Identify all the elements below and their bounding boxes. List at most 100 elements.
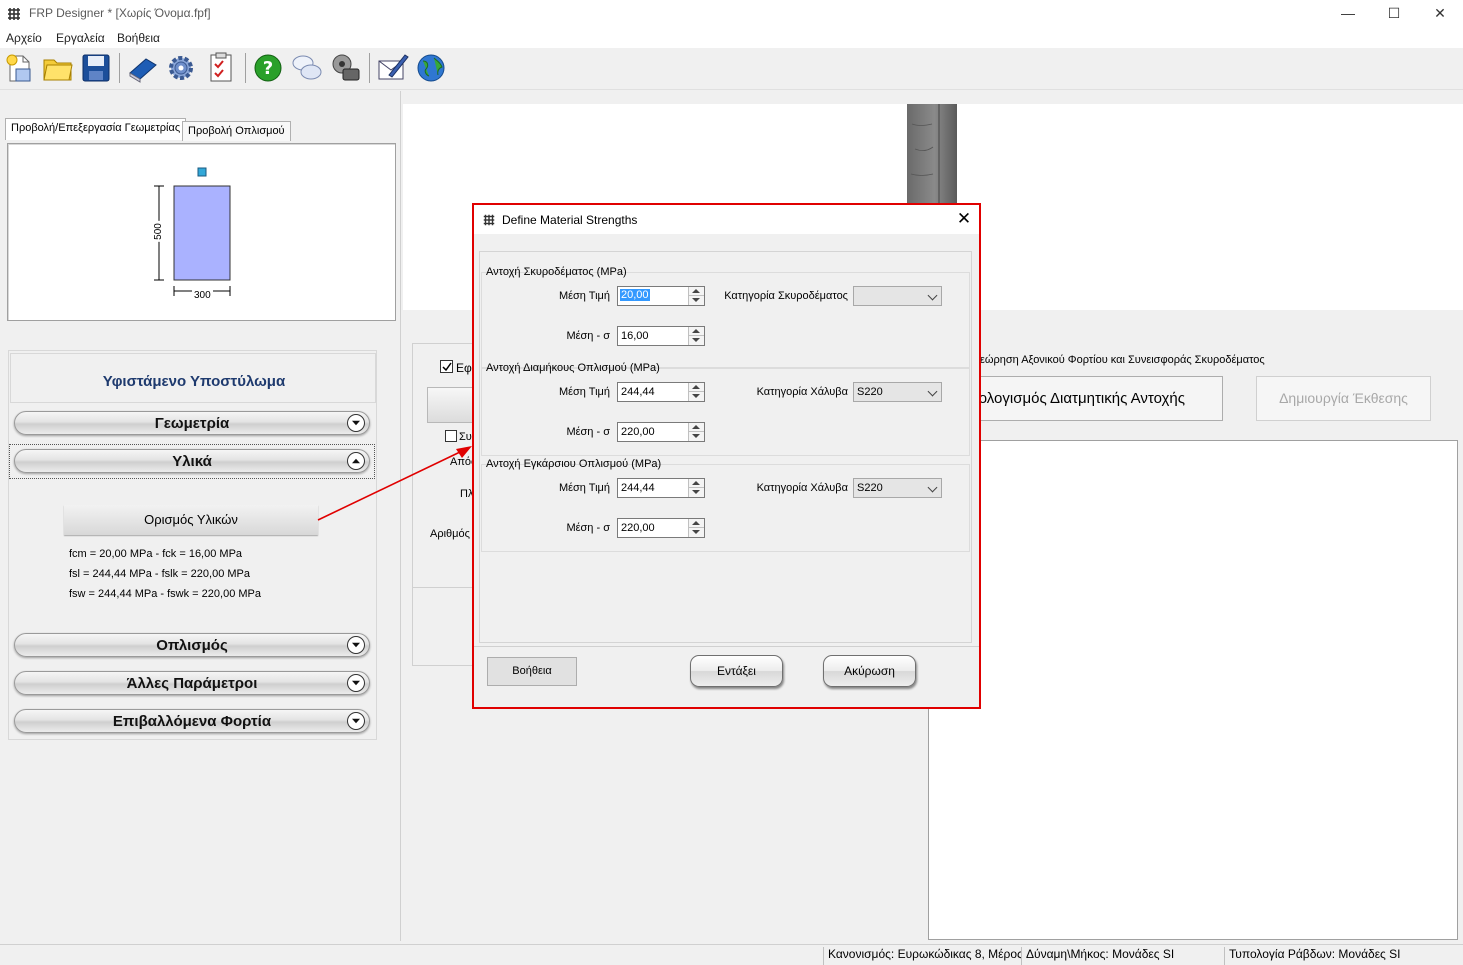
- materials-summary-longitudinal: fsl = 244,44 MPa - fslk = 220,00 MPa: [69, 568, 250, 580]
- tab-reinforcement[interactable]: Προβολή Οπλισμού: [182, 121, 291, 141]
- email-pen-icon[interactable]: [375, 51, 409, 85]
- calculate-shear-button[interactable]: τολογισμός Διατμητικής Αντοχής: [960, 376, 1223, 421]
- dialog-title: Define Material Strengths: [502, 213, 638, 227]
- dialog-help-button[interactable]: Βοήθεια: [487, 657, 577, 686]
- accordion-geometry[interactable]: Γεωμετρία: [14, 411, 370, 435]
- concrete-mean-value: 20,00: [620, 289, 650, 301]
- status-bars: Τυπολογία Ράβδων: Μονάδες SI: [1224, 947, 1463, 965]
- concrete-class-select[interactable]: [853, 286, 942, 306]
- longitudinal-mean-value: 244,44: [621, 386, 655, 398]
- chevron-down-icon: [347, 712, 365, 730]
- column-3d-model: [907, 104, 957, 204]
- film-reel-icon[interactable]: [329, 51, 363, 85]
- ok-button[interactable]: Εντάξει: [690, 655, 783, 687]
- spinner-arrows-icon[interactable]: [688, 479, 704, 497]
- chevron-down-icon: [927, 290, 938, 301]
- status-units: Δύναμη\Μήκος: Μονάδες SI: [1021, 947, 1221, 965]
- toolbar-separator: [245, 53, 246, 83]
- toolbar-separator: [369, 53, 370, 83]
- spinner-arrows-icon[interactable]: [688, 327, 704, 345]
- transverse-class-select[interactable]: S220: [853, 478, 942, 498]
- accordion-other-parameters[interactable]: Άλλες Παράμετροι: [14, 671, 370, 695]
- toolbar: ?: [0, 48, 1463, 90]
- accordion-reinforcement[interactable]: Οπλισμός: [14, 633, 370, 657]
- dialog-title-bar: Define Material Strengths ✕: [474, 205, 979, 234]
- window-title: FRP Designer * [Χωρίς Όνομα.fpf]: [29, 6, 211, 20]
- transverse-mean-input[interactable]: 244,44: [617, 478, 705, 498]
- option-label-2: Συ: [459, 431, 472, 443]
- transverse-mean-sigma-label: Μέση - σ: [566, 522, 610, 534]
- section-height-label: 500: [152, 221, 164, 242]
- section-node-marker: [197, 167, 207, 177]
- checklist-icon[interactable]: [204, 51, 238, 85]
- concrete-group-title: Αντοχή Σκυροδέματος (MPa): [486, 266, 627, 278]
- longitudinal-mean-sigma-value: 220,00: [621, 426, 655, 438]
- longitudinal-class-label: Κατηγορία Χάλυβα: [756, 386, 848, 398]
- section-width-label: 300: [192, 290, 213, 301]
- concrete-class-label: Κατηγορία Σκυροδέματος: [724, 290, 848, 302]
- minimize-button[interactable]: —: [1325, 0, 1371, 28]
- accordion-loads[interactable]: Επιβαλλόμενα Φορτία: [14, 709, 370, 733]
- dialog-button-separator: [474, 646, 979, 647]
- chevron-down-icon: [927, 386, 938, 397]
- materials-summary-transverse: fsw = 244,44 MPa - fswk = 220,00 MPa: [69, 588, 261, 600]
- new-file-icon[interactable]: [2, 51, 36, 85]
- chat-bubbles-icon[interactable]: [290, 51, 324, 85]
- geometry-view[interactable]: 500 300: [7, 143, 396, 321]
- accordion-geometry-label: Γεωμετρία: [154, 415, 230, 432]
- maximize-button[interactable]: ☐: [1371, 0, 1417, 28]
- define-materials-button[interactable]: Ορισμός Υλικών: [64, 505, 318, 535]
- menu-tools[interactable]: Εργαλεία: [56, 31, 105, 45]
- menu-bar: Αρχείο Εργαλεία Βοήθεια: [0, 28, 1463, 48]
- chevron-down-icon: [347, 636, 365, 654]
- cancel-button[interactable]: Ακύρωση: [823, 655, 916, 687]
- longitudinal-class-select[interactable]: S220: [853, 382, 942, 402]
- section-rectangle: [173, 185, 231, 281]
- dialog-close-button[interactable]: ✕: [950, 207, 978, 231]
- open-folder-icon[interactable]: [41, 51, 75, 85]
- spinner-arrows-icon[interactable]: [688, 519, 704, 537]
- longitudinal-mean-sigma-label: Μέση - σ: [566, 426, 610, 438]
- transverse-class-label: Κατηγορία Χάλυβα: [756, 482, 848, 494]
- concrete-mean-sigma-input[interactable]: 16,00: [617, 326, 705, 346]
- save-disk-icon[interactable]: [79, 51, 113, 85]
- longitudinal-group-title: Αντοχή Διαμήκους Οπλισμού (MPa): [486, 362, 660, 374]
- tab-geometry[interactable]: Προβολή/Επεξεργασία Γεωμετρίας: [5, 118, 187, 140]
- concrete-mean-input[interactable]: 20,00: [617, 286, 705, 306]
- concrete-mean-sigma-value: 16,00: [621, 330, 649, 342]
- close-button[interactable]: ✕: [1417, 0, 1463, 28]
- help-question-icon[interactable]: ?: [251, 51, 285, 85]
- accordion-reinforcement-label: Οπλισμός: [156, 637, 228, 654]
- globe-icon[interactable]: [414, 51, 448, 85]
- manual-book-icon[interactable]: [126, 51, 160, 85]
- transverse-mean-label: Μέση Τιμή: [558, 482, 610, 494]
- svg-text:?: ?: [263, 58, 273, 79]
- accordion-materials[interactable]: Υλικά: [14, 449, 370, 473]
- spinner-arrows-icon[interactable]: [688, 383, 704, 401]
- spinner-arrows-icon[interactable]: [688, 287, 704, 305]
- create-report-button[interactable]: Δημιουργία Έκθεσης: [1256, 376, 1431, 421]
- longitudinal-mean-label: Μέση Τιμή: [558, 386, 610, 398]
- axial-load-note: εώρηση Αξονικού Φορτίου και Συνεισφοράς …: [980, 354, 1265, 366]
- option-label-count: Αριθμός: [430, 528, 470, 540]
- longitudinal-mean-input[interactable]: 244,44: [617, 382, 705, 402]
- spinner-arrows-icon[interactable]: [688, 423, 704, 441]
- chevron-down-icon: [927, 482, 938, 493]
- menu-help[interactable]: Βοήθεια: [117, 31, 160, 45]
- settings-gear-icon[interactable]: [164, 51, 198, 85]
- transverse-mean-sigma-input[interactable]: 220,00: [617, 518, 705, 538]
- app-grid-icon: [8, 8, 20, 20]
- materials-summary-concrete: fcm = 20,00 MPa - fck = 16,00 MPa: [69, 548, 243, 560]
- toolbar-separator: [119, 53, 120, 83]
- title-bar: FRP Designer * [Χωρίς Όνομα.fpf] — ☐ ✕: [0, 0, 1463, 28]
- accordion-materials-label: Υλικά: [172, 453, 212, 470]
- menu-file[interactable]: Αρχείο: [6, 31, 42, 45]
- option-checkbox-1[interactable]: [440, 360, 453, 373]
- report-output-area[interactable]: [928, 440, 1458, 940]
- accordion-other-label: Άλλες Παράμετροι: [126, 675, 258, 692]
- accordion-loads-label: Επιβαλλόμενα Φορτία: [112, 713, 272, 730]
- material-strengths-dialog: Define Material Strengths ✕ Αντοχή Σκυρο…: [472, 203, 981, 709]
- status-code: Κανονισμός: Ευρωκώδικας 8, Μέρος: [823, 947, 1021, 965]
- option-checkbox-2[interactable]: [445, 430, 457, 442]
- longitudinal-mean-sigma-input[interactable]: 220,00: [617, 422, 705, 442]
